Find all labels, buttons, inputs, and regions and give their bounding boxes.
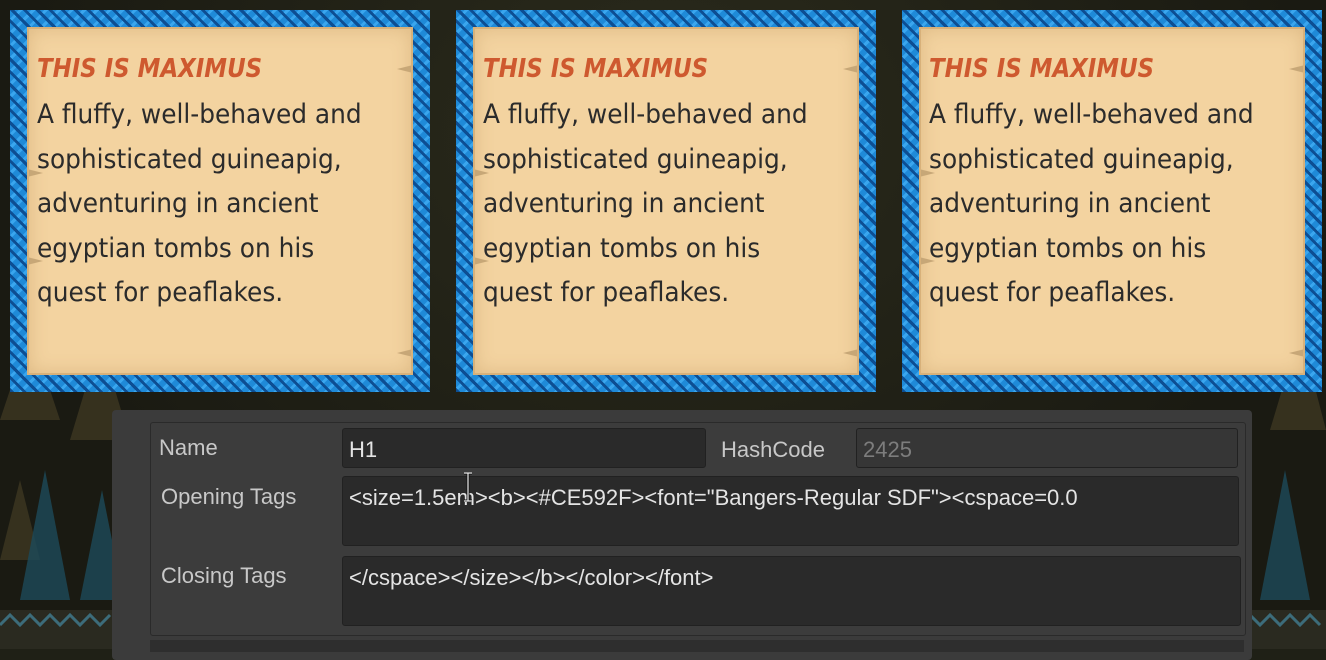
card-line: A fluffy, well-behaved and <box>483 99 808 130</box>
card-line: quest for peaflakes. <box>929 277 1176 308</box>
card-line: adventuring in ancient <box>929 188 1211 219</box>
card-line: quest for peaflakes. <box>37 277 284 308</box>
hashcode-label: HashCode <box>721 437 825 462</box>
card-line: egyptian tombs on his <box>37 232 315 264</box>
card-line: adventuring in ancient <box>483 188 765 219</box>
next-entry-strip <box>150 640 1244 652</box>
card-paper: THIS IS MAXIMUS A fluffy, well-behaved a… <box>27 27 413 375</box>
name-label: Name <box>159 435 218 460</box>
card-title: THIS IS MAXIMUS <box>929 54 1155 84</box>
card-body: A fluffy, well-behaved and sophisticated… <box>929 93 1303 316</box>
card-title: THIS IS MAXIMUS <box>483 54 709 84</box>
card-line: adventuring in ancient <box>37 188 319 219</box>
card-line: quest for peaflakes. <box>483 277 730 308</box>
card-paper: THIS IS MAXIMUS A fluffy, well-behaved a… <box>473 27 859 375</box>
card-line: A fluffy, well-behaved and <box>37 99 362 130</box>
paper-notch <box>1289 65 1303 73</box>
paper-notch <box>1289 349 1303 357</box>
opening-tags-label: Opening Tags <box>161 484 297 509</box>
i-beam-cursor-icon <box>464 472 472 502</box>
card-line: egyptian tombs on his <box>483 232 761 264</box>
name-field[interactable]: H1 <box>342 428 706 468</box>
card-2: THIS IS MAXIMUS A fluffy, well-behaved a… <box>456 10 876 392</box>
card-line: sophisticated guineapig, <box>929 143 1234 175</box>
card-line: sophisticated guineapig, <box>37 143 342 175</box>
card-body: A fluffy, well-behaved and sophisticated… <box>483 93 857 316</box>
card-1: THIS IS MAXIMUS A fluffy, well-behaved a… <box>10 10 430 392</box>
paper-notch <box>397 65 411 73</box>
hashcode-field: 2425 <box>856 428 1238 468</box>
opening-tags-field[interactable]: <size=1.5em><b><#CE592F><font="Bangers-R… <box>342 476 1239 546</box>
paper-notch <box>397 349 411 357</box>
closing-tags-label: Closing Tags <box>161 563 287 588</box>
card-title: THIS IS MAXIMUS <box>37 54 263 84</box>
paper-notch <box>843 349 857 357</box>
card-line: egyptian tombs on his <box>929 232 1207 264</box>
card-line: A fluffy, well-behaved and <box>929 99 1254 130</box>
paper-notch <box>843 65 857 73</box>
card-body: A fluffy, well-behaved and sophisticated… <box>37 93 411 316</box>
card-line: sophisticated guineapig, <box>483 143 788 175</box>
closing-tags-field[interactable]: </cspace></size></b></color></font> <box>342 556 1241 626</box>
card-paper: THIS IS MAXIMUS A fluffy, well-behaved a… <box>919 27 1305 375</box>
card-3: THIS IS MAXIMUS A fluffy, well-behaved a… <box>902 10 1322 392</box>
